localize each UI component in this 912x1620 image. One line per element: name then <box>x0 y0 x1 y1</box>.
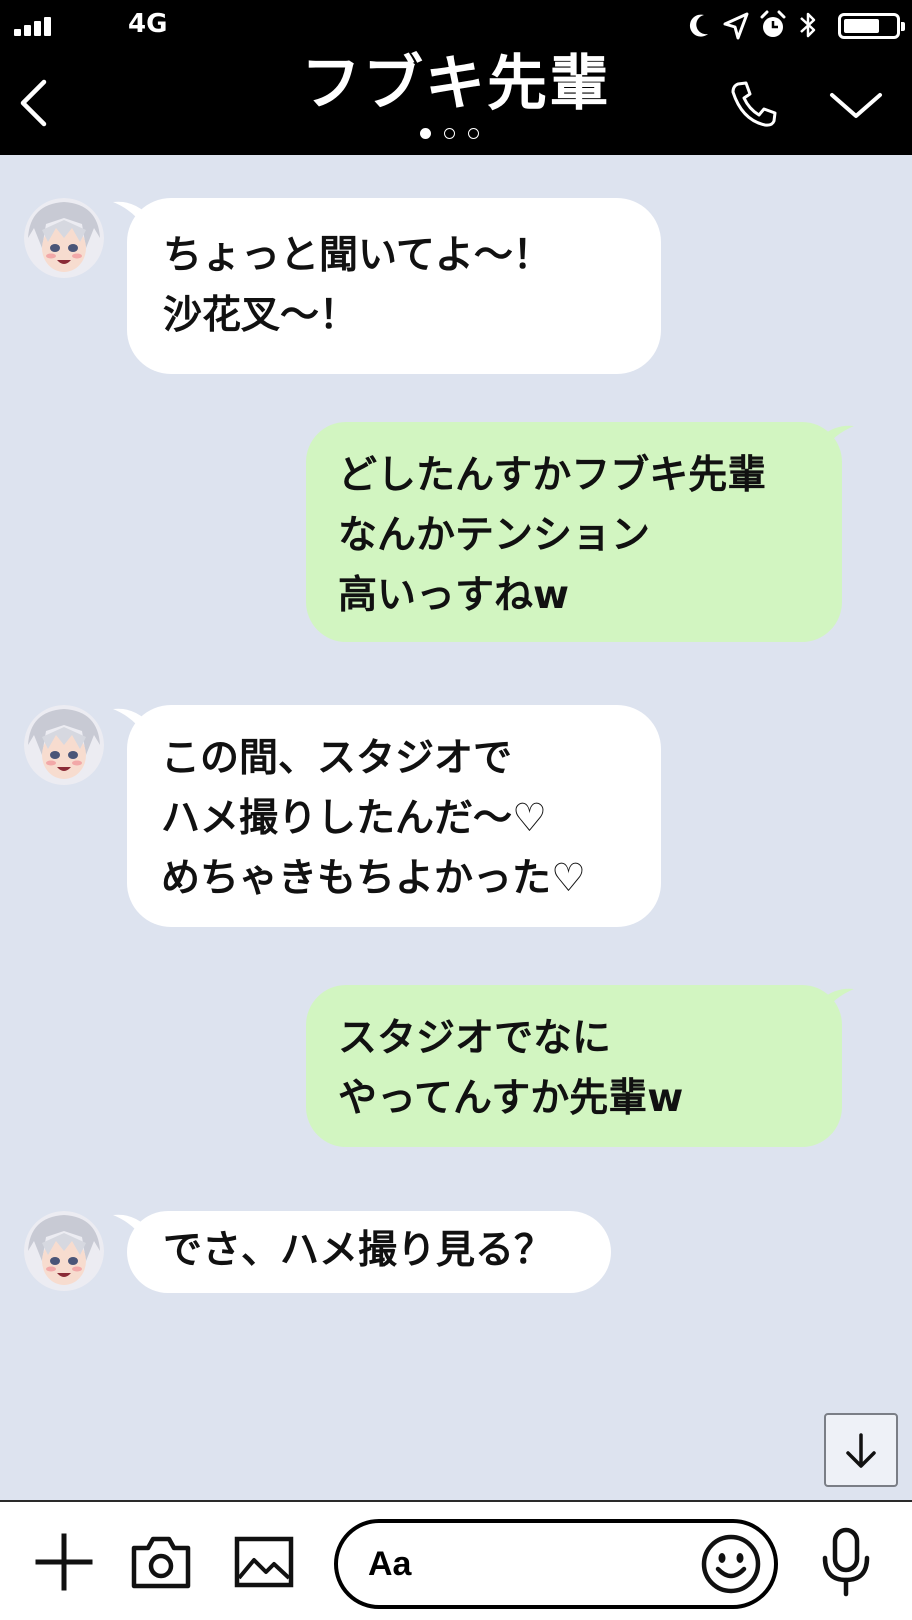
arrow-down-icon <box>846 1433 876 1468</box>
page-indicator <box>420 128 490 142</box>
message-input[interactable]: Aa <box>334 1519 778 1609</box>
message-text: めちゃきもちよかった♡ <box>161 856 586 901</box>
camera-icon[interactable] <box>130 1534 192 1590</box>
message-text: でさ、ハメ撮り見る？ <box>163 1228 554 1273</box>
status-icons <box>686 8 905 42</box>
message-text: どしたんすかフブキ先輩 <box>338 453 767 498</box>
microphone-icon[interactable] <box>818 1526 874 1598</box>
chevron-left-icon <box>20 79 47 127</box>
message-bubble-received[interactable]: でさ、ハメ撮り見る？ <box>127 1211 611 1293</box>
message-text: ハメ撮りしたんだ～♡ <box>161 796 547 841</box>
back-button[interactable] <box>14 78 54 128</box>
message-bubble-received[interactable]: この間、スタジオで ハメ撮りしたんだ～♡ めちゃきもちよかった♡ <box>127 705 661 927</box>
avatar[interactable] <box>24 705 104 785</box>
avatar[interactable] <box>24 1211 104 1291</box>
message-bubble-received[interactable]: ちょっと聞いてよ～！ 沙花叉～！ <box>127 198 661 374</box>
image-icon[interactable] <box>234 1536 294 1588</box>
battery-icon <box>838 13 905 39</box>
call-button[interactable] <box>728 78 780 130</box>
message-text: 高いっすねw <box>338 573 570 618</box>
message-text: やってんすか先輩w <box>338 1076 684 1121</box>
bluetooth-icon <box>800 12 816 38</box>
alarm-clock-icon <box>760 10 786 37</box>
message-text: なんかテンション <box>338 513 651 558</box>
message-input-placeholder: Aa <box>368 1545 412 1583</box>
network-type: 4G <box>128 9 168 39</box>
location-arrow-icon <box>723 12 749 40</box>
message-input-bar: Aa <box>0 1500 912 1620</box>
chat-title: フブキ先輩 <box>301 49 611 119</box>
page-dot <box>468 128 479 139</box>
scroll-to-bottom-button[interactable] <box>824 1413 898 1487</box>
moon-icon <box>689 14 708 37</box>
message-text: この間、スタジオで <box>161 736 513 781</box>
status-bar: 4G <box>0 0 912 48</box>
message-bubble-sent[interactable]: どしたんすかフブキ先輩 なんかテンション 高いっすねw <box>306 422 842 642</box>
plus-icon[interactable] <box>34 1532 94 1592</box>
signal-strength-icon <box>14 16 58 36</box>
smiley-icon[interactable] <box>700 1533 762 1595</box>
message-text: ちょっと聞いてよ～！ <box>163 233 552 278</box>
chat-header: 4G フブキ先輩 <box>0 0 912 155</box>
chevron-down-icon <box>830 93 882 118</box>
page-dot <box>420 128 431 139</box>
message-bubble-sent[interactable]: スタジオでなに やってんすか先輩w <box>306 985 842 1147</box>
message-text: スタジオでなに <box>338 1016 612 1061</box>
page-dot <box>444 128 455 139</box>
avatar[interactable] <box>24 198 104 278</box>
message-text: 沙花叉～！ <box>163 293 359 338</box>
menu-toggle-button[interactable] <box>826 86 886 122</box>
phone-icon <box>731 81 777 127</box>
